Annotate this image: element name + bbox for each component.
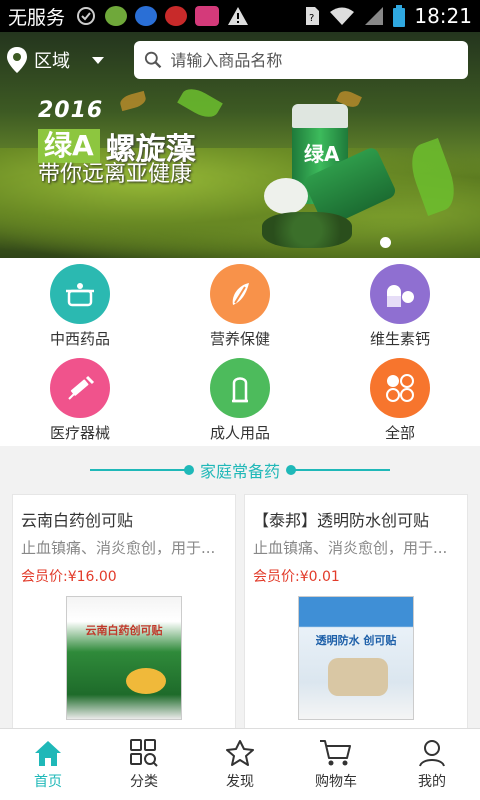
supplement-icon xyxy=(232,283,249,305)
status-bar: 无服务 ? 18:21 xyxy=(0,0,480,32)
category-grid: 中西药品 营养保健 维生素钙 医疗器械 成人用品 全部 xyxy=(0,258,480,446)
category-label: 中西药品 xyxy=(49,330,110,348)
nav-label: 首页 xyxy=(34,773,62,790)
nav-label: 分类 xyxy=(130,773,158,790)
carrier-text: 无服务 xyxy=(8,6,66,29)
product-box-label: 透明防水 创可贴 xyxy=(315,634,397,647)
discover-icon xyxy=(226,739,254,766)
chevron-down-icon xyxy=(92,56,104,64)
bottom-navigation: 首页 分类 发现 购物车 我的 xyxy=(0,728,480,800)
category-label: 维生素钙 xyxy=(369,330,430,348)
category-label: 全部 xyxy=(384,424,415,442)
promo-banner[interactable]: 区域 2016 绿A 螺旋藻 带你远离亚健康 绿A xyxy=(0,32,480,258)
wifi-icon xyxy=(330,7,355,25)
app-notification-icon xyxy=(105,6,128,26)
search-input[interactable] xyxy=(170,50,458,70)
carousel-dot-active[interactable] xyxy=(380,237,391,248)
category-label: 医疗器械 xyxy=(49,424,110,442)
search-icon xyxy=(144,51,162,69)
product-price: 会员价:¥0.01 xyxy=(253,569,340,585)
nav-discover[interactable]: 发现 xyxy=(192,729,288,800)
nav-home[interactable]: 首页 xyxy=(0,729,96,800)
category-item[interactable]: 维生素钙 xyxy=(320,258,480,352)
nav-label: 我的 xyxy=(418,773,446,790)
signal-icon xyxy=(365,7,384,25)
product-title: 【泰邦】透明防水创可贴 xyxy=(253,511,430,530)
section-divider-right xyxy=(286,465,390,475)
search-box[interactable] xyxy=(134,41,468,79)
product-title: 云南白药创可贴 xyxy=(21,511,134,530)
category-icon-circle xyxy=(210,358,270,418)
bottle-label: 绿A xyxy=(304,142,340,166)
category-item[interactable]: 中西药品 xyxy=(0,258,160,352)
home-icon xyxy=(35,740,61,766)
clock: 18:21 xyxy=(414,4,472,28)
top-bar: 区域 xyxy=(0,32,480,88)
category-icon-circle xyxy=(210,264,270,324)
pot-icon xyxy=(66,283,94,307)
nav-label: 发现 xyxy=(226,773,254,790)
product-box-label: 云南白药创可贴 xyxy=(85,624,163,637)
category-icon-circle xyxy=(370,358,430,418)
category-icon-circle xyxy=(370,264,430,324)
section-divider-left xyxy=(89,465,194,475)
notification-icons xyxy=(75,5,249,27)
warning-icon xyxy=(228,7,249,25)
leaf-decoration xyxy=(177,83,223,123)
product-card[interactable]: 【泰邦】透明防水创可贴 止血镇痛、消炎愈创，用于... 会员价:¥0.01 透明… xyxy=(244,494,468,734)
category-icon-circle xyxy=(50,358,110,418)
nav-cart[interactable]: 购物车 xyxy=(288,729,384,800)
mask-notification-icon xyxy=(165,6,188,26)
svg-text:?: ? xyxy=(309,13,314,24)
banner-slogan: 带你远离亚健康 xyxy=(38,162,193,187)
category-label: 营养保健 xyxy=(209,330,270,348)
browser-notification-icon xyxy=(135,6,158,26)
pill-icon xyxy=(387,285,414,307)
sync-icon xyxy=(77,7,96,25)
product-image: 透明防水 创可贴 xyxy=(298,596,414,720)
user-icon xyxy=(419,739,445,766)
location-pin-icon xyxy=(7,47,27,73)
bottle-cap-image xyxy=(264,178,308,214)
category-item[interactable]: 医疗器械 xyxy=(0,352,160,446)
region-selector[interactable]: 区域 xyxy=(6,46,134,74)
product-image: 云南白药创可贴 xyxy=(66,596,182,720)
nav-category[interactable]: 分类 xyxy=(96,729,192,800)
product-card[interactable]: 云南白药创可贴 止血镇痛、消炎愈创，用于... 会员价:¥16.00 云南白药创… xyxy=(12,494,236,734)
sim-icon: ? xyxy=(306,7,320,25)
leaf-decoration xyxy=(118,90,148,112)
product-description: 止血镇痛、消炎愈创，用于... xyxy=(21,539,216,557)
banner-year: 2016 xyxy=(38,98,104,123)
syringe-icon xyxy=(68,375,95,400)
product-price: 会员价:¥16.00 xyxy=(21,569,117,585)
section-title: 家庭常备药 xyxy=(199,462,280,481)
region-label: 区域 xyxy=(34,51,70,72)
product-description: 止血镇痛、消炎愈创，用于... xyxy=(253,539,448,557)
grid-circles-icon xyxy=(386,374,414,402)
category-item[interactable]: 营养保健 xyxy=(160,258,320,352)
category-icon-circle xyxy=(50,264,110,324)
category-icon xyxy=(130,738,158,767)
condom-icon xyxy=(232,377,248,403)
spirulina-tablets-image xyxy=(262,212,352,248)
product-list: 云南白药创可贴 止血镇痛、消炎愈创，用于... 会员价:¥16.00 云南白药创… xyxy=(12,494,468,734)
nav-label: 购物车 xyxy=(315,773,357,790)
cart-icon xyxy=(320,739,351,765)
carousel-dots xyxy=(380,237,391,248)
category-item[interactable]: 成人用品 xyxy=(160,352,320,446)
section-header: 家庭常备药 xyxy=(0,446,480,494)
shop-notification-icon xyxy=(195,6,220,26)
battery-icon xyxy=(393,5,406,27)
nav-profile[interactable]: 我的 xyxy=(384,729,480,800)
category-item[interactable]: 全部 xyxy=(320,352,480,446)
category-label: 成人用品 xyxy=(209,424,270,442)
